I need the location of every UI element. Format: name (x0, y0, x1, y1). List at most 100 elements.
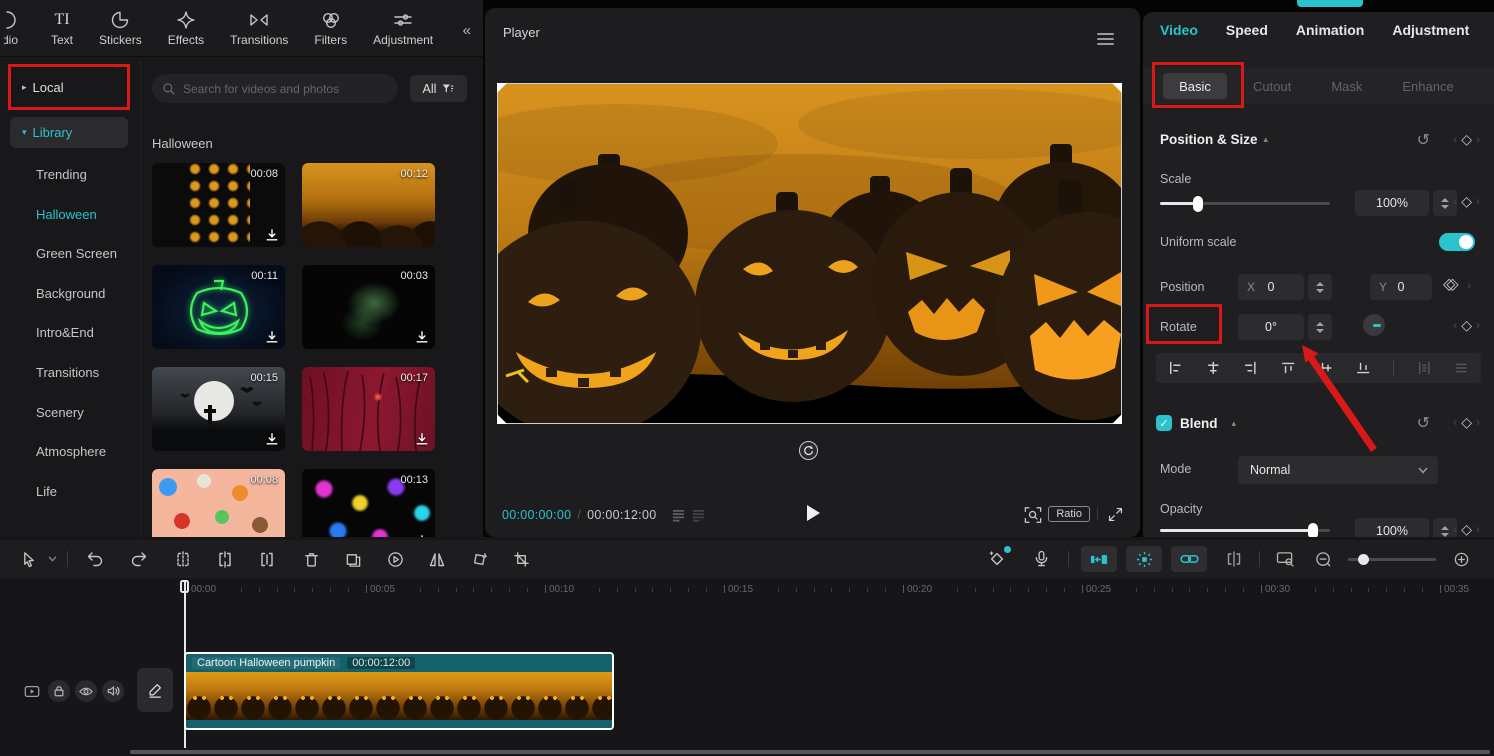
position-x-input[interactable]: X 0 (1238, 274, 1304, 300)
select-tool-icon[interactable] (14, 546, 44, 572)
rotate-stepper[interactable] (1308, 314, 1332, 340)
timeline-zoom-thumb[interactable] (1358, 554, 1369, 565)
collapse-caret-icon[interactable]: ▴ (1264, 134, 1269, 145)
selection-handle[interactable] (497, 83, 507, 93)
hide-track-icon[interactable] (75, 680, 97, 702)
tab-speed[interactable]: Speed (1226, 22, 1268, 38)
sidebar-item-life[interactable]: Life (36, 484, 57, 499)
split-right-icon[interactable] (252, 546, 282, 572)
selection-handle[interactable] (1112, 83, 1122, 93)
link-toggle-button[interactable] (1171, 546, 1207, 572)
undo-icon[interactable] (80, 546, 110, 572)
collapse-caret-icon[interactable]: ▴ (1232, 418, 1237, 429)
rotate-icon[interactable] (464, 546, 494, 572)
rotate-handle[interactable] (799, 441, 818, 460)
scale-slider[interactable] (1160, 202, 1330, 205)
blend-checkbox[interactable]: ✓ (1156, 415, 1172, 431)
timeline-zoom-slider[interactable] (1348, 558, 1436, 561)
media-thumbnail-neon-faces[interactable]: 00:13 (302, 469, 435, 537)
toolbar-item-dio[interactable]: dio (4, 10, 38, 47)
play-button[interactable] (805, 504, 821, 522)
split-clips-icon[interactable] (1219, 546, 1249, 572)
speed-icon[interactable] (380, 546, 410, 572)
sidebar-item-scenery[interactable]: Scenery (36, 405, 84, 420)
download-icon[interactable] (415, 331, 429, 344)
fullscreen-icon[interactable] (1107, 506, 1124, 523)
media-thumbnail-red-branches[interactable]: 00:17 (302, 367, 435, 451)
playhead-handle[interactable] (180, 580, 189, 593)
sidebar-item-background[interactable]: Background (36, 286, 105, 301)
keyframe-diamond-icon[interactable]: ◇ (1461, 194, 1472, 208)
export-button-edge[interactable] (1297, 0, 1363, 7)
rotate-dial[interactable] (1363, 314, 1385, 336)
toolbar-item-stickers[interactable]: Stickers (86, 10, 155, 47)
zoom-out-icon[interactable] (1308, 546, 1338, 572)
media-thumbnail-pumpkin-scene[interactable]: 00:12 (302, 163, 435, 247)
blend-mode-select[interactable]: Normal (1238, 456, 1438, 484)
preview-axis-icon[interactable] (1270, 546, 1300, 572)
toolbar-item-effects[interactable]: Effects (155, 10, 217, 47)
tab-adjustment[interactable]: Adjustment (1392, 22, 1469, 38)
keyframe-diamond-icon[interactable]: ◇ (1461, 132, 1472, 146)
uniform-scale-toggle[interactable] (1439, 233, 1475, 251)
subtab-mask[interactable]: Mask (1331, 79, 1362, 94)
keyframe-diamond-icon[interactable]: ◇ (1461, 318, 1472, 332)
media-thumbnail-graveyard-moon[interactable]: 00:15 (152, 367, 285, 451)
opacity-value[interactable]: 100% (1355, 518, 1429, 537)
lock-track-icon[interactable] (48, 680, 70, 702)
subtab-enhance[interactable]: Enhance (1402, 79, 1453, 94)
media-thumbnail-green-smoke[interactable]: 00:03 (302, 265, 435, 349)
zoom-in-icon[interactable] (1446, 546, 1476, 572)
edit-cover-button[interactable] (137, 668, 173, 712)
split-left-icon[interactable] (210, 546, 240, 572)
ratio-button[interactable]: Ratio (1048, 506, 1090, 522)
keyframe-diamond-icon[interactable]: ◇ (1461, 522, 1472, 536)
sidebar-group-local[interactable]: ▸Local (10, 72, 128, 103)
toolbar-item-text[interactable]: TIText (38, 10, 86, 47)
sidebar-item-halloween[interactable]: Halloween (36, 207, 97, 222)
align-center-horizontal-icon[interactable] (1206, 355, 1221, 381)
position-x-stepper[interactable] (1308, 274, 1332, 300)
sidebar-group-library[interactable]: ▾Library (10, 117, 128, 148)
chevron-down-icon[interactable] (48, 556, 57, 562)
scale-value[interactable]: 100% (1355, 190, 1429, 216)
timeline-ruler[interactable]: 00:0000:0500:1000:1500:2000:2500:3000:35 (0, 580, 1494, 602)
sidebar-item-trending[interactable]: Trending (36, 167, 87, 182)
subtab-basic[interactable]: Basic (1163, 73, 1227, 99)
align-bottom-icon[interactable] (1356, 355, 1371, 381)
sidebar-item-atmosphere[interactable]: Atmosphere (36, 444, 106, 459)
toolbar-item-transitions[interactable]: Transitions (217, 10, 301, 47)
selection-handle[interactable] (1112, 414, 1122, 424)
snap-toggle-button[interactable] (1081, 546, 1117, 572)
position-y-input[interactable]: Y 0 (1370, 274, 1432, 300)
media-thumbnail-neon-pumpkin[interactable]: 00:11 (152, 265, 285, 349)
opacity-slider-thumb[interactable] (1308, 523, 1318, 538)
auto-highlight-button[interactable] (1126, 546, 1162, 572)
download-icon[interactable] (415, 433, 429, 446)
position-keyframe-icon[interactable]: ◇◇ › (1443, 276, 1471, 294)
tab-animation[interactable]: Animation (1296, 22, 1364, 38)
overlay-icon[interactable] (338, 546, 368, 572)
keyframe-diamond-icon[interactable]: ◇ (1461, 415, 1472, 429)
toolbar-item-filters[interactable]: Filters (301, 10, 360, 47)
opacity-slider[interactable] (1160, 529, 1330, 532)
sidebar-item-intro-end[interactable]: Intro&End (36, 325, 94, 340)
blend-reset[interactable]: ↺ (1417, 415, 1430, 433)
player-menu-icon[interactable] (1097, 30, 1114, 48)
sidebar-item-transitions[interactable]: Transitions (36, 365, 99, 380)
download-icon[interactable] (265, 331, 279, 344)
align-top-icon[interactable] (1281, 355, 1296, 381)
download-icon[interactable] (265, 433, 279, 446)
media-thumbnail-boo-pattern[interactable]: 00:08 (152, 469, 285, 537)
split-icon[interactable] (168, 546, 198, 572)
list-view-icon-2[interactable] (692, 509, 705, 522)
align-center-vertical-icon[interactable] (1318, 355, 1333, 381)
scale-slider-thumb[interactable] (1193, 196, 1203, 212)
toolbar-item-adjustment[interactable]: Adjustment (360, 10, 446, 47)
sidebar-item-green-screen[interactable]: Green Screen (36, 246, 117, 261)
record-voiceover-icon[interactable] (1026, 546, 1056, 572)
keyframe-add-icon[interactable] (982, 546, 1012, 572)
rotate-input[interactable]: 0° (1238, 314, 1304, 340)
crop-icon[interactable] (506, 546, 536, 572)
media-filter-button[interactable]: All (410, 75, 467, 102)
